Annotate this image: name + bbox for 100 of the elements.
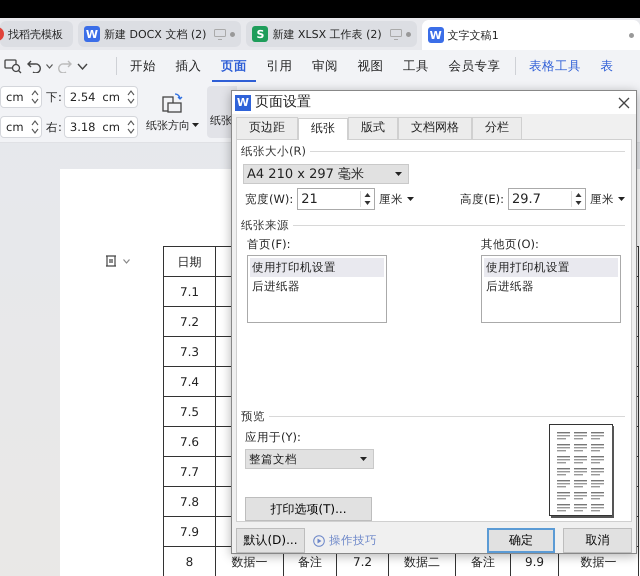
- caret-icon: [618, 197, 625, 201]
- spinner-arrows-icon: [126, 119, 135, 135]
- table-cell: 8: [164, 546, 216, 576]
- app-icon: W: [235, 94, 251, 110]
- tab-label: 找稻壳模板: [8, 26, 63, 42]
- table-cell: 7.5: [164, 396, 216, 426]
- list-label: 其他页(O):: [481, 237, 540, 252]
- orientation-button[interactable]: 纸张方向: [142, 90, 203, 134]
- menu-tab[interactable]: 工具: [394, 50, 438, 82]
- tab[interactable]: W 新建 DOCX 文档 (2): [78, 21, 242, 47]
- list-item[interactable]: 后进纸器: [484, 277, 618, 296]
- table-cell: 7.1: [164, 276, 216, 306]
- unit-label: cm: [6, 90, 24, 104]
- paper-size-dropdown[interactable]: A4 210 x 297 毫米: [243, 164, 409, 184]
- number-field[interactable]: 21: [297, 188, 376, 210]
- caret-icon: [395, 172, 402, 176]
- spin-field[interactable]: cm: [0, 116, 42, 138]
- app-icon: W: [428, 27, 444, 43]
- table-cell: 7.2: [164, 306, 216, 336]
- apply-dropdown[interactable]: 整篇文档: [245, 449, 374, 469]
- ok-button[interactable]: 确定: [487, 528, 555, 553]
- field-value: 21: [301, 192, 318, 206]
- list-box[interactable]: 使用打印机设置 后进纸器: [481, 255, 621, 323]
- section-heading: 预览: [241, 409, 265, 424]
- field-label: 宽度(W):: [245, 192, 294, 206]
- tab-label: 新建 DOCX 文档 (2): [104, 26, 206, 42]
- play-icon: [313, 534, 325, 546]
- section-heading: 纸张来源: [241, 218, 289, 233]
- dialog-tab[interactable]: 版式: [348, 117, 398, 139]
- list-item[interactable]: 后进纸器: [250, 277, 384, 296]
- caret-icon: [123, 258, 130, 264]
- unit-label: cm: [6, 120, 24, 134]
- table-cell: 7.9: [164, 516, 216, 546]
- menu-tab[interactable]: 会员专享: [440, 50, 510, 82]
- list-box[interactable]: 使用打印机设置 后进纸器: [247, 255, 387, 323]
- table-cell: 7.6: [164, 426, 216, 456]
- unit-label: cm: [102, 90, 120, 104]
- field-label: 高度(E):: [460, 192, 504, 206]
- spinner-arrows-icon: [31, 89, 39, 105]
- tab-label: 新建 XLSX 工作表 (2): [272, 26, 382, 42]
- table-cell: 7.8: [164, 486, 216, 516]
- dialog-tab[interactable]: 分栏: [472, 117, 522, 139]
- spinner-arrows-icon: [364, 191, 372, 207]
- field-value: 29.7: [512, 192, 541, 206]
- spinner-arrows-icon: [126, 89, 135, 105]
- dot-icon: [406, 32, 411, 36]
- dialog-tab[interactable]: 纸张: [298, 118, 348, 140]
- spin-field[interactable]: 2.54 cm: [64, 86, 138, 108]
- field-value: 2.54: [70, 90, 96, 104]
- print-options-button[interactable]: 打印选项(T)...: [245, 497, 372, 521]
- pages-rotate-icon: [161, 92, 184, 114]
- spinner-arrows-icon: [575, 191, 582, 207]
- dialog-tab[interactable]: 页边距: [236, 117, 298, 139]
- menu-tab[interactable]: 插入: [166, 50, 210, 82]
- list-label: 首页(F):: [247, 237, 292, 252]
- caret-icon: [407, 197, 414, 201]
- close-icon[interactable]: [618, 96, 630, 108]
- menu-tab[interactable]: 审阅: [303, 50, 347, 82]
- menu-tab[interactable]: 表格工具: [520, 50, 590, 82]
- spin-field[interactable]: 3.18 cm: [64, 116, 138, 138]
- monitor-icon: [214, 28, 226, 40]
- caret-icon: [46, 64, 53, 68]
- list-item[interactable]: 使用打印机设置: [250, 258, 384, 277]
- unit-label: cm: [102, 120, 120, 134]
- spin-field[interactable]: cm: [0, 86, 42, 108]
- dropdown-value: A4 210 x 297 毫米: [247, 166, 364, 182]
- margin-label: 下:: [46, 90, 62, 104]
- section-heading: 纸张大小(R): [241, 144, 306, 159]
- orientation-label: 纸张方向: [146, 118, 190, 132]
- menu-tab[interactable]: 视图: [348, 50, 392, 82]
- unit-label: 厘米: [590, 192, 614, 206]
- field-value: 3.18: [70, 120, 96, 134]
- menu-tab[interactable]: 开始: [121, 50, 165, 82]
- app-icon: W: [84, 26, 100, 42]
- default-button[interactable]: 默认(D)...: [236, 528, 305, 553]
- menu-tab[interactable]: 引用: [258, 50, 302, 82]
- spinner-arrows-icon: [31, 119, 39, 135]
- header-cell: 日期: [164, 246, 216, 276]
- margin-label: 右:: [46, 120, 62, 134]
- unit-label: 厘米: [379, 192, 404, 206]
- dot-icon: [230, 32, 236, 36]
- search-icon[interactable]: [4, 58, 22, 74]
- dialog-tab[interactable]: 文档网格: [398, 117, 472, 139]
- caret-icon: [360, 457, 367, 461]
- app-icon: S: [252, 26, 268, 42]
- dropdown-value: 整篇文档: [249, 452, 297, 466]
- number-field[interactable]: 29.7: [508, 188, 586, 210]
- cancel-button[interactable]: 取消: [563, 528, 632, 553]
- dialog-title: 页面设置: [255, 95, 311, 110]
- table-cell: 7.7: [164, 456, 216, 486]
- tab-label: 文字文稿1: [448, 28, 499, 42]
- caret-icon: [192, 123, 199, 127]
- list-item[interactable]: 使用打印机设置: [484, 258, 618, 277]
- undo-icon[interactable]: [27, 59, 41, 73]
- tab[interactable]: S 新建 XLSX 工作表 (2): [246, 21, 417, 47]
- caret-icon[interactable]: [77, 62, 88, 70]
- table-layout-icon[interactable]: [105, 255, 117, 267]
- table-cell: 7.3: [164, 336, 216, 366]
- menu-tab[interactable]: 表: [592, 50, 622, 82]
- tab[interactable]: 找稻壳模板: [0, 21, 73, 47]
